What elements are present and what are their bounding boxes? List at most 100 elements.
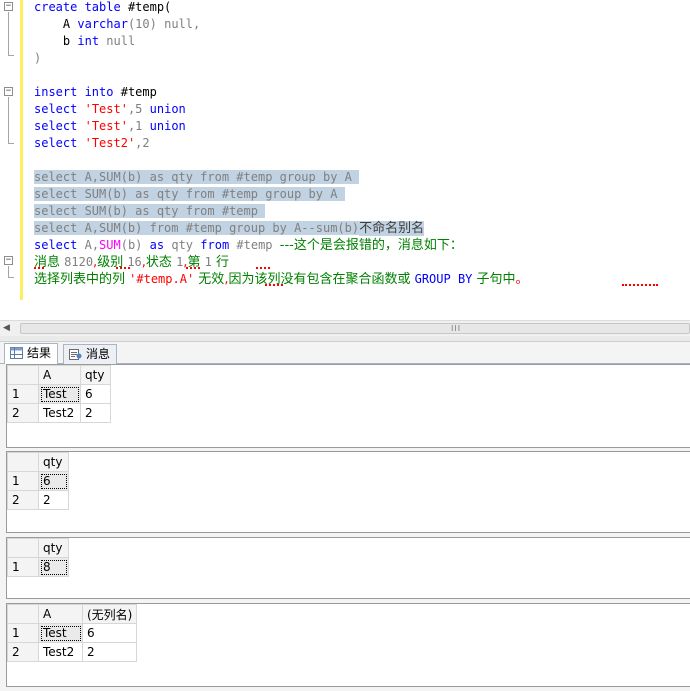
column-header[interactable]: qty <box>38 538 69 558</box>
tab-messages[interactable]: 消息 <box>63 344 118 364</box>
row-number[interactable]: 2 <box>7 642 39 662</box>
column-header[interactable]: A <box>38 604 83 624</box>
sql-editor[interactable]: − − − create table #temp( A varchar(10) … <box>0 0 690 320</box>
grid-cell[interactable]: 2 <box>81 642 138 662</box>
keyword: from <box>200 238 230 252</box>
identifier: b <box>62 34 71 48</box>
outline-line <box>8 266 9 277</box>
column-header[interactable]: (无列名) <box>81 604 138 624</box>
selected-text: select A,SUM(b) as qty from #temp group … <box>34 170 360 184</box>
code-line: ) <box>34 50 41 67</box>
identifier: A <box>62 17 71 31</box>
outline-line <box>8 12 9 55</box>
row-number[interactable]: 2 <box>7 403 39 423</box>
error-squiggle <box>186 266 200 269</box>
grid-cell[interactable]: 6 <box>38 471 69 491</box>
operator: ) <box>34 51 42 65</box>
column-header[interactable]: A <box>38 365 81 385</box>
row-number[interactable]: 1 <box>7 623 39 643</box>
number-literal: 1 <box>204 255 212 269</box>
selected-text: select SUM(b) as qty from #temp <box>34 204 266 218</box>
operator: (10) <box>127 17 157 31</box>
identifier: #temp <box>236 238 273 252</box>
selected-text: 不命名别名 <box>359 221 425 236</box>
number-literal: ,1 <box>127 119 143 133</box>
tab-results[interactable]: 结果 <box>4 343 59 364</box>
keyword: GROUP BY <box>414 272 473 286</box>
result-grid[interactable]: qty 1 6 2 2 <box>6 451 690 533</box>
column-header[interactable]: qty <box>80 365 111 385</box>
keyword: create table <box>34 0 121 14</box>
message-text: 行 <box>211 255 229 270</box>
outline-end <box>8 277 14 278</box>
string-literal: 'Test' <box>84 119 128 133</box>
grid-corner[interactable] <box>7 538 39 558</box>
grid-corner[interactable] <box>7 452 39 472</box>
string-literal: '#temp.A' <box>129 272 195 286</box>
selected-text: select A,SUM(b) from #temp group by A--s… <box>34 221 360 235</box>
table-row: 2 Test2 2 <box>7 642 138 662</box>
code-line: select 'Test',1 union <box>34 118 186 135</box>
code-line: insert into #temp <box>34 84 157 101</box>
code-line: select SUM(b) as qty from #temp <box>34 203 266 220</box>
scroll-left-arrow-icon[interactable]: ◀ <box>3 323 10 333</box>
message-text: 子句中 <box>472 272 516 287</box>
horizontal-scrollbar[interactable]: ◀ III <box>0 320 690 336</box>
grid-cell[interactable]: 8 <box>38 557 69 577</box>
string-literal: 'Test2' <box>84 136 136 150</box>
keyword: select <box>34 102 78 116</box>
column-header[interactable]: qty <box>38 452 69 472</box>
keyword: select <box>34 136 78 150</box>
table-row: 1 Test 6 <box>7 384 111 404</box>
row-number[interactable]: 2 <box>7 490 39 510</box>
error-squiggle <box>265 283 283 286</box>
outline-margin <box>0 0 18 320</box>
message-text: 状态 <box>145 255 177 270</box>
grid-cell[interactable]: Test <box>38 623 83 643</box>
operator: (b) <box>120 238 143 252</box>
message-text: 因为该列没有包含在聚合函数或 <box>228 272 415 287</box>
tab-label: 结果 <box>27 346 52 360</box>
code-line: select SUM(b) as qty from #temp group by… <box>34 186 345 203</box>
code-line: b int null <box>34 33 135 50</box>
result-grid[interactable]: qty 1 8 <box>6 537 690 599</box>
grid-cell[interactable]: Test <box>38 384 81 404</box>
message-icon <box>69 349 82 360</box>
outline-end <box>8 55 14 56</box>
grid-corner[interactable] <box>7 365 39 385</box>
scrollbar-grip-icon: III <box>451 324 462 333</box>
results-pane: 结果 消息 A qty 1 Test 6 2 Test2 2 qty 1 6 2… <box>0 342 690 691</box>
result-grid[interactable]: A qty 1 Test 6 2 Test2 2 <box>6 364 690 448</box>
grid-corner[interactable] <box>7 604 39 624</box>
identifier: #temp <box>120 85 157 99</box>
keyword: union <box>149 119 186 133</box>
grid-cell[interactable]: 2 <box>80 403 111 423</box>
grid-cell[interactable]: 6 <box>81 623 138 643</box>
error-squiggle <box>622 283 658 286</box>
collapse-toggle-icon[interactable]: − <box>4 2 13 11</box>
row-number[interactable]: 1 <box>7 557 39 577</box>
grid-cell[interactable]: Test2 <box>38 403 81 423</box>
results-tab-strip: 结果 消息 <box>0 342 690 364</box>
result-grid[interactable]: A (无列名) 1 Test 6 2 Test2 2 <box>6 603 690 687</box>
grid-cell[interactable]: 6 <box>80 384 111 404</box>
grid-icon <box>10 347 23 359</box>
message-text: 。 <box>515 272 529 287</box>
collapse-toggle-icon[interactable]: − <box>4 256 13 265</box>
error-squiggle <box>116 266 130 269</box>
keyword: select <box>34 238 78 252</box>
keyword: varchar <box>77 17 128 31</box>
table-row: 1 6 <box>7 471 69 491</box>
code-line: A varchar(10) null, <box>34 16 200 33</box>
collapse-toggle-icon[interactable]: − <box>4 87 13 96</box>
grid-cell[interactable]: 2 <box>38 490 69 510</box>
row-number[interactable]: 1 <box>7 384 39 404</box>
code-line: select 'Test',5 union <box>34 101 186 118</box>
row-number[interactable]: 1 <box>7 471 39 491</box>
message-text: 无效 <box>194 272 225 287</box>
grid-cell[interactable]: Test2 <box>38 642 83 662</box>
scrollbar-thumb[interactable]: III <box>20 323 690 334</box>
code-line: select A,SUM(b) as qty from #temp group … <box>34 169 360 186</box>
table-row: 2 2 <box>7 490 69 510</box>
keyword: union <box>149 102 186 116</box>
